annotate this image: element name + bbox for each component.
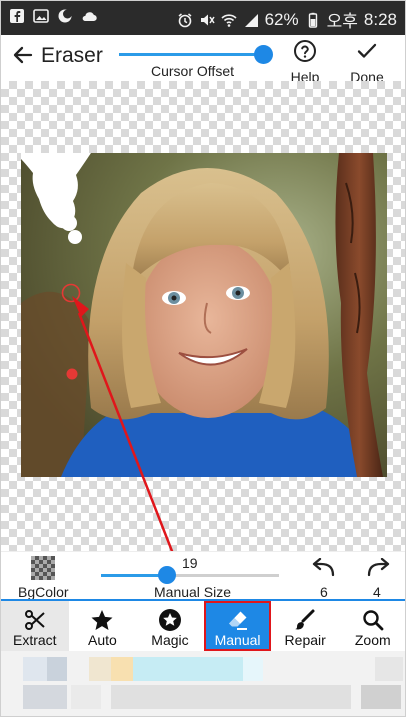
- mute-icon: [200, 14, 215, 25]
- tool-repair[interactable]: Repair: [271, 601, 339, 651]
- battery-icon: [308, 12, 317, 28]
- annotation-arrow-line: [77, 312, 174, 551]
- cursor-overlay: [61, 283, 174, 551]
- tool-magic[interactable]: Magic: [136, 601, 204, 651]
- battery-percent: 62%: [264, 9, 299, 29]
- back-arrow-icon[interactable]: [11, 43, 35, 67]
- scissors-icon: [24, 610, 45, 630]
- tool-auto-label: Auto: [87, 632, 117, 648]
- signal-icon: [244, 13, 258, 27]
- tool-zoom-label: Zoom: [354, 632, 391, 648]
- cloud-moon-icon: [58, 9, 72, 23]
- tool-extract[interactable]: Extract: [1, 601, 69, 651]
- help-button[interactable]: Help: [283, 39, 327, 85]
- zoom-icon: [363, 610, 384, 631]
- image-icon: [33, 9, 49, 23]
- tool-extract-label: Extract: [13, 632, 57, 648]
- tool-manual-label: Manual: [214, 632, 261, 648]
- tool-manual[interactable]: Manual: [203, 601, 272, 651]
- touch-point-dot: [66, 368, 78, 380]
- manual-size-label: Manual Size: [154, 584, 232, 600]
- manual-size-track[interactable]: [167, 574, 279, 577]
- alarm-icon: [178, 12, 192, 27]
- cursor-offset-label: Cursor Offset: [151, 63, 234, 79]
- status-ampm: 오후: [326, 12, 358, 31]
- bgcolor-checker-icon[interactable]: [31, 556, 55, 580]
- status-bar: 62% 오후 8:28: [1, 1, 405, 35]
- tool-magic-label: Magic: [151, 632, 189, 648]
- page-title: Eraser: [41, 44, 103, 67]
- tool-repair-label: Repair: [284, 632, 326, 648]
- done-button[interactable]: Done: [345, 39, 389, 85]
- manual-size-value: 19: [182, 555, 198, 571]
- checkmark-icon: [357, 43, 377, 58]
- annotation-arrow-head: [72, 296, 89, 317]
- toolbar-header: Eraser Cursor Offset Help Done: [1, 35, 405, 85]
- bgcolor-label[interactable]: BgColor: [18, 584, 69, 600]
- tool-zoom[interactable]: Zoom: [339, 601, 405, 651]
- redo-icon[interactable]: [365, 558, 391, 578]
- redo-count: 4: [373, 584, 381, 600]
- ad-banner[interactable]: [1, 651, 405, 716]
- undo-count: 6: [320, 584, 328, 600]
- cursor-offset-knob[interactable]: [254, 45, 273, 64]
- wifi-icon: [221, 13, 237, 27]
- star-icon: [91, 610, 113, 630]
- size-controls: BgColor 19 Manual Size 6 4: [1, 551, 405, 601]
- status-time: 8:28: [363, 9, 397, 29]
- eraser-icon: [228, 611, 247, 630]
- undo-icon[interactable]: [311, 558, 337, 578]
- facebook-icon: [10, 9, 24, 23]
- eraser-cursor-ring: [61, 283, 81, 303]
- brush-icon: [295, 609, 315, 630]
- cloud-icon: [82, 12, 97, 22]
- tool-auto[interactable]: Auto: [69, 601, 137, 651]
- editing-canvas[interactable]: [1, 81, 405, 551]
- tool-bar: Extract Auto Magic Manual Repair Zoom: [1, 599, 405, 651]
- cursor-offset-track[interactable]: [119, 53, 263, 56]
- manual-size-knob[interactable]: [158, 566, 176, 584]
- magic-star-icon: [158, 609, 181, 631]
- help-icon: [294, 40, 316, 62]
- app-root: 62% 오후 8:28 Eraser Cursor Offset Help Do…: [0, 0, 406, 717]
